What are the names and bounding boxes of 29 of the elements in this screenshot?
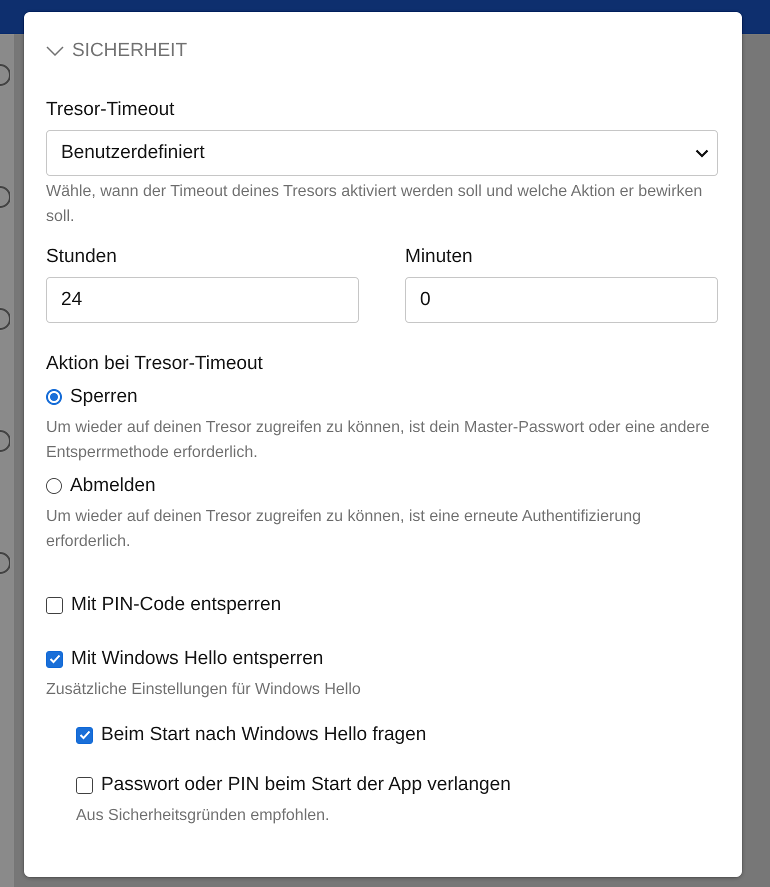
caret-icon: [695, 148, 709, 158]
hint-text: Wähle, wann der Timeout deines Tresors aktiviert werden soll und welche Aktion er bewirken soll.: [46, 182, 704, 227]
option-label: Beim Start nach Windows Hello fragen: [101, 724, 426, 746]
radio-button[interactable]: [46, 389, 62, 405]
hint-text: Zusätzliche Einstellungen für Windows Hello: [46, 680, 362, 700]
option-label: Abmelden: [70, 475, 156, 497]
option-label: Mit PIN-Code entsperren: [71, 594, 282, 616]
hint-text: Um wieder auf deinen Tresor zugreifen zu können, ist dein Master-Passwort oder eine andere Entsperrmethode erforderlich.: [46, 418, 710, 463]
radio-button[interactable]: [46, 478, 62, 494]
checkbox[interactable]: [76, 726, 93, 744]
checkmark-icon: [78, 730, 90, 740]
checkbox[interactable]: [46, 596, 63, 614]
option-label: Mit Windows Hello entsperren: [71, 648, 324, 670]
chevron-icon: [46, 46, 64, 56]
input-field[interactable]: 24: [46, 277, 359, 323]
checkmark-icon: [48, 654, 60, 664]
field-label: Minuten: [405, 245, 474, 269]
field-label: Tresor-Timeout: [46, 98, 176, 122]
hint-text: Aus Sicherheitsgründen empfohlen.: [76, 806, 330, 826]
input-field[interactable]: 0: [405, 277, 718, 323]
field-label: Aktion bei Tresor-Timeout: [46, 352, 264, 376]
checkbox[interactable]: [46, 650, 63, 668]
checkbox[interactable]: [76, 776, 93, 794]
hint-text: Um wieder auf deinen Tresor zugreifen zu können, ist eine erneute Authentifizierung erforderlich.: [46, 507, 642, 552]
option-label: Sperren: [70, 386, 138, 408]
timeout-dropdown[interactable]: Benutzerdefiniert: [46, 130, 718, 176]
section-header[interactable]: SICHERHEIT: [46, 38, 718, 64]
option-label: Passwort oder PIN beim Start der App verlangen: [101, 774, 511, 796]
field-label: Stunden: [46, 245, 118, 269]
